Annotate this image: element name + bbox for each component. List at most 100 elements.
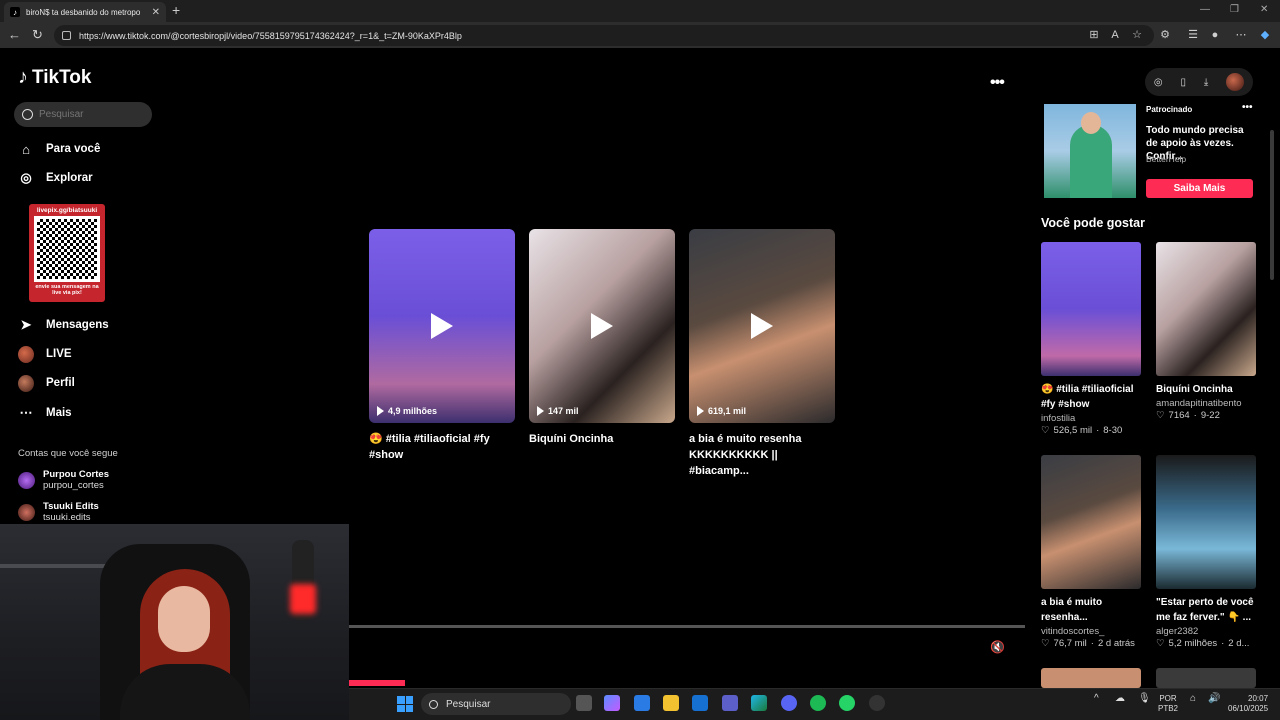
new-tab-icon[interactable]: + [172, 2, 180, 18]
suggestion-title[interactable]: Biquíni Oncinha [1156, 382, 1256, 397]
suggestion-author[interactable]: infostilia [1041, 413, 1141, 424]
page-scrollbar[interactable] [1270, 90, 1275, 650]
collections-icon[interactable]: ☰ [1186, 28, 1200, 42]
video-title[interactable]: Biquíni Oncinha [529, 431, 675, 447]
video-title[interactable]: a bia é muito resenha KKKKKKKKKK || #bia… [689, 431, 835, 479]
back-icon[interactable]: ← [8, 27, 21, 42]
video-title[interactable]: 😍 #tilia #tiliaoficial #fy #show [369, 431, 515, 463]
url-bar[interactable]: https://www.tiktok.com/@cortesbiropjl/vi… [54, 25, 1154, 46]
taskbar-search[interactable]: Pesquisar [421, 693, 571, 715]
video-card[interactable]: 619,1 mil a bia é muito resenha KKKKKKKK… [689, 229, 835, 479]
qr-url-text: livepix.gg/biatsuuki [36, 207, 98, 214]
search-input[interactable] [39, 109, 139, 120]
settings-more-icon[interactable]: ⋯ [1234, 28, 1248, 42]
sidebar-item-explorar[interactable]: ◎ Explorar [18, 170, 92, 186]
tiktok-note-icon: ♪ [18, 66, 28, 88]
suggestion-card[interactable] [1156, 668, 1256, 688]
suggestion-title[interactable]: a bia é muito resenha... [1041, 595, 1141, 625]
sidebar-item-label: Perfil [46, 377, 75, 389]
view-count: 4,9 milhões [377, 406, 437, 416]
video-thumbnail[interactable]: 4,9 milhões [369, 229, 515, 423]
suggestion-author[interactable]: amandapitinatibento [1156, 398, 1256, 409]
heart-icon: ♡ [1041, 425, 1050, 436]
whatsapp-icon[interactable] [839, 695, 855, 711]
minimize-icon[interactable]: — [1200, 4, 1210, 15]
compass-icon: ◎ [20, 170, 32, 185]
suggestion-meta: ♡ 5,2 milhões · 2 d... [1156, 638, 1250, 649]
read-aloud-icon[interactable]: A [1108, 28, 1122, 42]
suggestion-card[interactable]: "Estar perto de você me faz ferver." 👇 .… [1156, 455, 1256, 649]
maximize-icon[interactable]: ❐ [1230, 4, 1239, 15]
copilot-app-icon[interactable] [604, 695, 620, 711]
obs-icon[interactable] [869, 695, 885, 711]
suggestion-thumbnail[interactable] [1041, 668, 1141, 688]
volume-icon[interactable]: 🔊 [1208, 694, 1220, 704]
following-account[interactable]: Tsuuki Edits tsuuki.edits [18, 501, 99, 523]
suggestion-title[interactable]: "Estar perto de você me faz ferver." 👇 .… [1156, 595, 1256, 625]
video-progress-bar[interactable] [349, 625, 1025, 628]
app-available-icon[interactable]: ⊞ [1087, 28, 1101, 42]
cloud-icon[interactable]: ☁ [1115, 694, 1125, 704]
sidebar-item-mensagens[interactable]: ➤ Mensagens [18, 317, 109, 333]
video-thumbnail[interactable]: 147 mil [529, 229, 675, 423]
ad-cta-button[interactable]: Saiba Mais [1146, 179, 1253, 198]
spotify-icon[interactable] [810, 695, 826, 711]
user-avatar[interactable] [1226, 73, 1245, 91]
file-explorer-icon[interactable] [663, 695, 679, 711]
window-close-icon[interactable]: ✕ [1260, 4, 1268, 15]
device-icon[interactable]: ▯ [1180, 77, 1186, 88]
message-icon: ➤ [20, 317, 32, 332]
copilot-icon[interactable]: ◆ [1258, 28, 1272, 42]
sidebar-item-perfil[interactable]: Perfil [18, 374, 75, 392]
tab-title: biroN$ ta desbanido do metropo [26, 7, 141, 17]
tray-expand-icon[interactable]: ^ [1094, 694, 1099, 704]
keyboard-language[interactable]: POR PTB2 [1158, 694, 1178, 714]
windows-start-icon[interactable] [397, 696, 413, 712]
sidebar-item-label: Mensagens [46, 319, 109, 331]
network-icon[interactable]: ⌂ [1190, 694, 1196, 704]
outlook-icon[interactable] [692, 695, 708, 711]
favorite-star-icon[interactable]: ☆ [1130, 28, 1144, 42]
suggestion-thumbnail[interactable] [1156, 455, 1256, 589]
more-options-icon[interactable]: ••• [990, 74, 1005, 92]
following-account[interactable]: Purpou Cortes purpou_cortes [18, 469, 109, 491]
video-thumbnail[interactable]: 619,1 mil [689, 229, 835, 423]
reload-icon[interactable]: ↻ [32, 27, 43, 43]
suggestion-thumbnail[interactable] [1156, 242, 1256, 376]
tiktok-logo[interactable]: ♪ TikTok [18, 66, 91, 89]
mic-icon[interactable]: 🎙 [1138, 694, 1151, 704]
edge-icon[interactable] [751, 695, 767, 711]
taskbar-clock[interactable]: 20:07 06/10/2025 [1228, 694, 1268, 714]
close-tab-icon[interactable]: ✕ [152, 7, 160, 18]
video-card[interactable]: 147 mil Biquíni Oncinha [529, 229, 675, 447]
suggestion-author[interactable]: vitindoscortes_ [1041, 626, 1141, 637]
task-view-icon[interactable] [576, 695, 592, 711]
suggestion-thumbnail[interactable] [1041, 242, 1141, 376]
sidebar-item-mais[interactable]: ⋯ Mais [18, 405, 72, 421]
browser-tab[interactable]: ♪ biroN$ ta desbanido do metropo ✕ [4, 2, 166, 22]
volume-muted-icon[interactable]: 🔇 [990, 640, 1005, 654]
site-info-icon[interactable] [62, 31, 71, 40]
views-play-icon [697, 406, 704, 416]
suggestion-thumbnail[interactable] [1041, 455, 1141, 589]
video-card[interactable]: 4,9 milhões 😍 #tilia #tiliaoficial #fy #… [369, 229, 515, 463]
suggestion-author[interactable]: alger2382 [1156, 626, 1256, 637]
url-text: https://www.tiktok.com/@cortesbiropjl/vi… [79, 30, 462, 41]
extensions-icon[interactable]: ⚙ [1158, 28, 1172, 42]
suggestion-title[interactable]: 😍 #tilia #tiliaoficial #fy #show [1041, 382, 1141, 412]
explore-icon[interactable]: ◎ [1154, 77, 1163, 88]
suggestion-thumbnail[interactable] [1156, 668, 1256, 688]
sidebar-item-live[interactable]: LIVE [18, 345, 72, 363]
ad-more-icon[interactable]: ••• [1242, 102, 1253, 113]
download-icon[interactable]: ⤓ [1204, 77, 1208, 88]
store-icon[interactable] [634, 695, 650, 711]
discord-icon[interactable] [781, 695, 797, 711]
suggestion-card[interactable] [1041, 668, 1141, 688]
teams-icon[interactable] [722, 695, 738, 711]
suggestion-card[interactable]: a bia é muito resenha... vitindoscortes_… [1041, 455, 1141, 649]
browser-profile-icon[interactable]: ● [1208, 28, 1222, 42]
sidebar-search[interactable] [14, 102, 152, 127]
suggestion-card[interactable]: Biquíni Oncinha amandapitinatibento ♡ 716… [1156, 242, 1256, 421]
suggestion-card[interactable]: 😍 #tilia #tiliaoficial #fy #show infosti… [1041, 242, 1141, 436]
sidebar-item-para-voce[interactable]: ⌂ Para você [18, 141, 100, 157]
